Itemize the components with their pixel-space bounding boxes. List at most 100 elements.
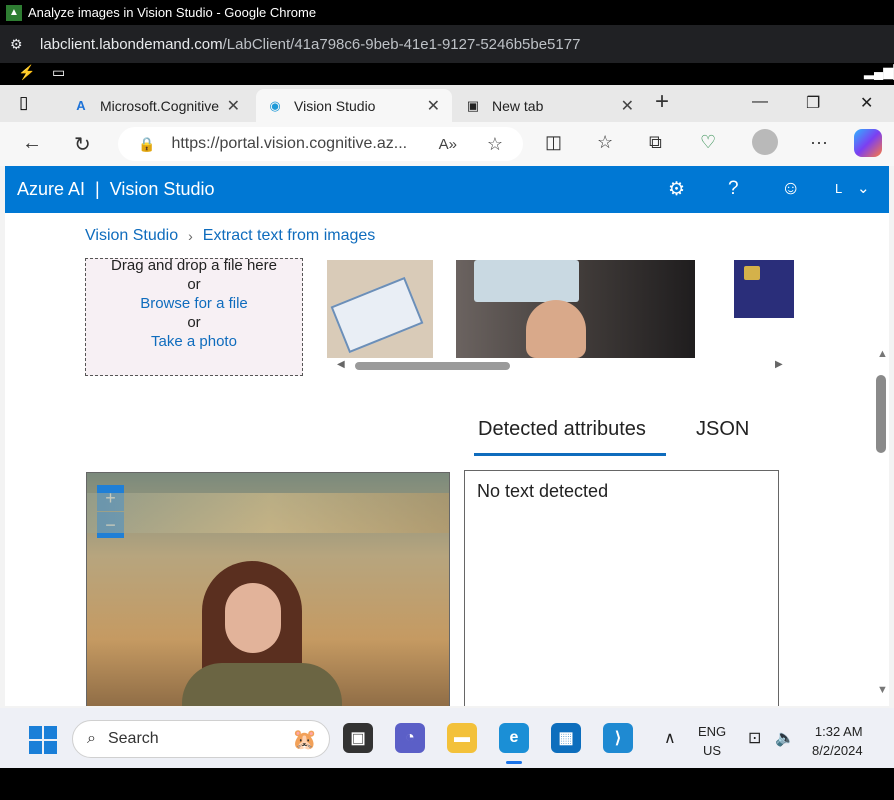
vertical-scroll-thumb[interactable] bbox=[876, 375, 886, 453]
language-indicator[interactable]: ENG US bbox=[698, 722, 726, 760]
close-icon[interactable]: ✕ bbox=[227, 96, 240, 116]
search-highlight-icon: 🐹 bbox=[292, 729, 317, 751]
region-label: US bbox=[703, 743, 722, 758]
tab-microsoft-cognitive[interactable]: A Microsoft.Cognitive ✕ bbox=[62, 89, 252, 122]
teams-chat-icon[interactable]: ◔ bbox=[395, 723, 425, 753]
close-icon[interactable]: ✕ bbox=[621, 96, 634, 116]
azure-header: Azure AI | Vision Studio ⚙ ? ☺ L ⌄ bbox=[5, 166, 889, 213]
brand-name[interactable]: Azure AI bbox=[17, 179, 85, 200]
windows-taskbar: ⌕ Search 🐹 ▣ ◔ ▬ e ▦ ⟩ ∧ ENG US ⊡ 🔈 1:32… bbox=[0, 708, 894, 768]
close-window-icon[interactable]: ✕ bbox=[860, 93, 873, 113]
horizontal-scroll-thumb[interactable] bbox=[355, 362, 510, 370]
signal-icon: ▂▄▆█ bbox=[864, 64, 894, 79]
address-bar[interactable]: 🔒 https://portal.vision.cognitive.az... … bbox=[118, 127, 523, 161]
scroll-right-icon[interactable]: ▶ bbox=[775, 359, 783, 370]
azure-icon: A bbox=[76, 98, 86, 113]
breadcrumb-root-link[interactable]: Vision Studio bbox=[85, 227, 178, 245]
minimize-icon[interactable]: — bbox=[752, 93, 768, 111]
url-path: /LabClient/41a798c6-9beb-41e1-9127-5246b… bbox=[222, 35, 581, 53]
settings-gear-icon[interactable]: ⚙ bbox=[668, 178, 685, 201]
sample-image-id-card[interactable] bbox=[456, 260, 695, 358]
new-tab-button[interactable]: + bbox=[655, 88, 669, 116]
address-text: https://portal.vision.cognitive.az... bbox=[171, 135, 408, 152]
or-text: or bbox=[187, 276, 201, 293]
volume-icon[interactable]: 🔈 bbox=[775, 728, 795, 748]
chrome-url-bar[interactable]: ⚙ labclient.labondemand.com/LabClient/41… bbox=[0, 25, 894, 63]
favorite-star-icon[interactable]: ☆ bbox=[487, 134, 503, 155]
scroll-down-icon[interactable]: ▼ bbox=[877, 684, 888, 696]
product-name[interactable]: Vision Studio bbox=[110, 179, 215, 200]
lang-label: ENG bbox=[698, 724, 727, 739]
chevron-right-icon: › bbox=[188, 228, 193, 244]
read-aloud-icon[interactable]: A» bbox=[439, 136, 457, 153]
clock[interactable]: 1:32 AM 8/2/2024 bbox=[812, 722, 863, 760]
drop-instructions: Drag and drop a file here bbox=[111, 257, 277, 274]
refresh-icon[interactable]: ↻ bbox=[74, 132, 91, 157]
tab-vision-studio[interactable]: ◉ Vision Studio ✕ bbox=[256, 89, 452, 122]
tab-json[interactable]: JSON bbox=[696, 418, 749, 441]
file-drop-zone[interactable]: Drag and drop a file here or Browse for … bbox=[85, 257, 303, 376]
tab-strip: ▯ A Microsoft.Cognitive ✕ ◉ Vision Studi… bbox=[0, 85, 894, 122]
lab-app-icon: ▲ bbox=[6, 4, 22, 21]
header-separator: | bbox=[95, 179, 100, 199]
network-icon[interactable]: ⊡ bbox=[748, 728, 761, 748]
search-placeholder: Search bbox=[107, 730, 159, 747]
scroll-up-icon[interactable]: ▲ bbox=[877, 348, 888, 360]
more-icon[interactable]: ··· bbox=[810, 132, 828, 153]
lab-toolbar: ⚡ ▭ ▂▄▆█ bbox=[0, 63, 894, 85]
collections-icon[interactable]: ⧉ bbox=[649, 132, 662, 153]
vision-eye-icon: ◉ bbox=[269, 97, 281, 113]
tab-label: Microsoft.Cognitive bbox=[100, 97, 220, 114]
profile-avatar[interactable] bbox=[752, 129, 778, 155]
tab-label: New tab bbox=[492, 97, 544, 114]
task-view-icon[interactable]: ▣ bbox=[343, 723, 373, 753]
file-explorer-icon[interactable]: ▬ bbox=[447, 723, 477, 753]
taskbar-search[interactable]: ⌕ Search 🐹 bbox=[72, 720, 330, 758]
edge-icon[interactable]: e bbox=[499, 723, 529, 753]
take-photo-link[interactable]: Take a photo bbox=[86, 332, 302, 351]
search-icon: ⌕ bbox=[87, 730, 96, 747]
lock-icon[interactable]: 🔒 bbox=[138, 136, 155, 153]
back-icon[interactable]: ← bbox=[22, 132, 42, 155]
date-label: 8/2/2024 bbox=[812, 743, 863, 758]
close-icon[interactable]: ✕ bbox=[427, 96, 440, 116]
user-initial[interactable]: L bbox=[835, 181, 842, 196]
windows-start-icon[interactable] bbox=[29, 726, 57, 754]
results-panel: No text detected bbox=[464, 470, 779, 706]
breadcrumb-current-link[interactable]: Extract text from images bbox=[203, 227, 376, 245]
window-title: Analyze images in Vision Studio - Google… bbox=[28, 5, 317, 20]
browse-file-link[interactable]: Browse for a file bbox=[86, 294, 302, 313]
active-tab-indicator bbox=[474, 453, 666, 456]
tab-actions-icon[interactable]: ▯ bbox=[19, 93, 28, 113]
vscode-icon[interactable]: ⟩ bbox=[603, 723, 633, 753]
help-icon[interactable]: ? bbox=[728, 178, 739, 200]
chevron-up-icon[interactable]: ∧ bbox=[664, 728, 676, 748]
site-settings-icon[interactable]: ⚙ bbox=[10, 36, 28, 53]
microsoft-store-icon[interactable]: ▦ bbox=[551, 723, 581, 753]
active-app-indicator bbox=[506, 761, 522, 764]
restore-icon[interactable]: ❐ bbox=[806, 93, 820, 113]
copilot-icon[interactable] bbox=[854, 129, 882, 157]
newtab-icon: ▣ bbox=[466, 97, 480, 113]
time-label: 1:32 AM bbox=[814, 724, 863, 739]
vision-studio-page: Azure AI | Vision Studio ⚙ ? ☺ L ⌄ Visio… bbox=[5, 166, 889, 706]
nav-bar: ← ↻ 🔒 https://portal.vision.cognitive.az… bbox=[0, 122, 894, 166]
tab-detected-attributes[interactable]: Detected attributes bbox=[478, 418, 646, 441]
favorites-icon[interactable]: ☆ bbox=[597, 132, 613, 153]
sample-image-credit-card[interactable] bbox=[734, 260, 794, 318]
chrome-title-bar: ▲ Analyze images in Vision Studio - Goog… bbox=[0, 0, 894, 25]
monitor-icon[interactable]: ▭ bbox=[52, 64, 65, 81]
url-host: labclient.labondemand.com bbox=[40, 35, 223, 53]
split-screen-icon[interactable]: ◫ bbox=[545, 132, 562, 153]
breadcrumb: Vision Studio › Extract text from images bbox=[85, 227, 375, 245]
health-icon[interactable]: ♡ bbox=[700, 132, 716, 153]
sample-image-ssn-card[interactable] bbox=[327, 260, 433, 358]
image-preview-pane: + − bbox=[86, 472, 450, 706]
lightning-icon[interactable]: ⚡ bbox=[18, 64, 35, 81]
chevron-down-icon[interactable]: ⌄ bbox=[857, 179, 870, 197]
or-text: or bbox=[187, 314, 201, 331]
feedback-smile-icon[interactable]: ☺ bbox=[781, 178, 800, 200]
scroll-left-icon[interactable]: ◀ bbox=[337, 359, 345, 370]
tab-new-tab[interactable]: ▣ New tab ✕ bbox=[454, 89, 646, 122]
tab-label: Vision Studio bbox=[294, 97, 376, 114]
